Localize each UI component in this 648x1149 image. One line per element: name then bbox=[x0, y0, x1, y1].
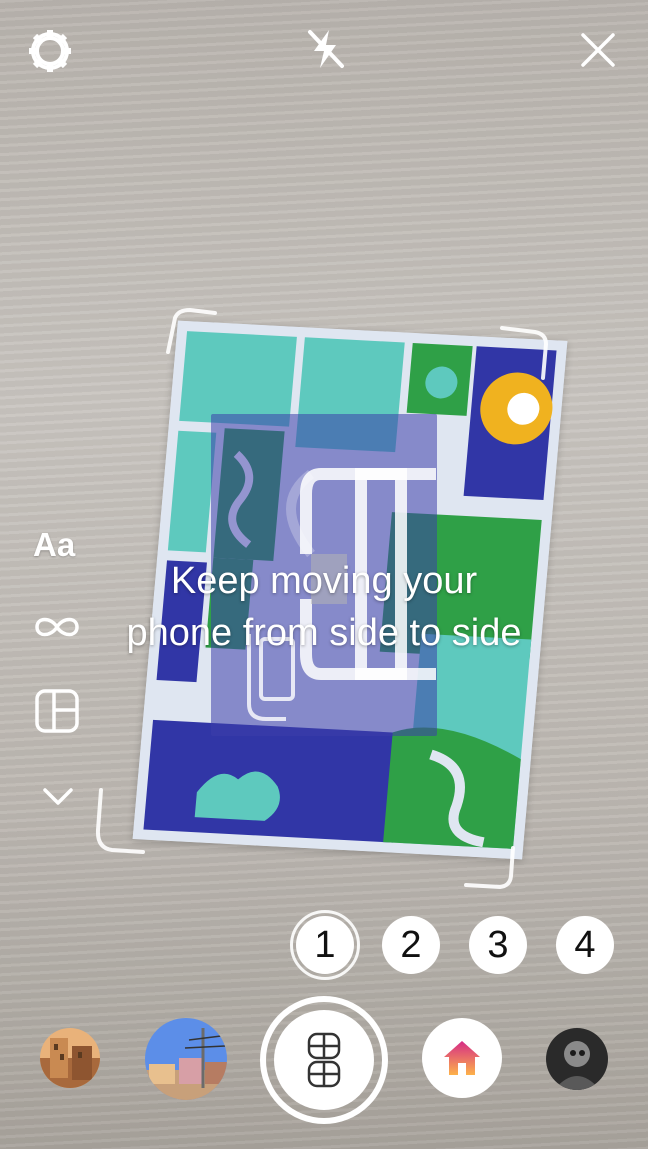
text-tool-button[interactable]: Aa bbox=[33, 526, 75, 564]
infinity-icon bbox=[35, 617, 79, 637]
effect-thumbnail-profile[interactable] bbox=[546, 1028, 608, 1090]
settings-button[interactable] bbox=[24, 25, 76, 77]
capture-button-inner bbox=[274, 1010, 374, 1110]
count-option-2[interactable]: 2 bbox=[382, 916, 440, 974]
camera-screen: Keep moving your phone from side to side bbox=[0, 0, 648, 1149]
close-button[interactable] bbox=[574, 26, 622, 74]
capture-button[interactable] bbox=[260, 996, 388, 1124]
count-option-4[interactable]: 4 bbox=[556, 916, 614, 974]
street-thumbnail-image bbox=[145, 1018, 227, 1100]
instruction-text: Keep moving your phone from side to side bbox=[126, 560, 522, 654]
layout-button[interactable] bbox=[33, 687, 81, 735]
avatar bbox=[546, 1028, 608, 1090]
effect-thumbnail-2[interactable] bbox=[145, 1018, 227, 1100]
count-option-1[interactable]: 1 bbox=[296, 916, 354, 974]
more-tools-button[interactable] bbox=[38, 780, 78, 812]
count-option-3[interactable]: 3 bbox=[469, 916, 527, 974]
effect-thumbnail-1[interactable] bbox=[40, 1028, 100, 1088]
gear-icon bbox=[29, 30, 71, 72]
flash-off-icon bbox=[308, 30, 344, 68]
close-icon bbox=[581, 33, 615, 67]
chevron-down-icon bbox=[43, 788, 73, 805]
building-thumbnail-image bbox=[40, 1028, 100, 1088]
flash-toggle-button[interactable] bbox=[300, 24, 350, 74]
layout-grid-icon bbox=[35, 689, 79, 733]
home-icon bbox=[444, 1041, 480, 1075]
layout-grid-icon bbox=[307, 1032, 341, 1088]
home-effect-button[interactable] bbox=[422, 1018, 502, 1098]
boomerang-button[interactable] bbox=[32, 610, 82, 644]
